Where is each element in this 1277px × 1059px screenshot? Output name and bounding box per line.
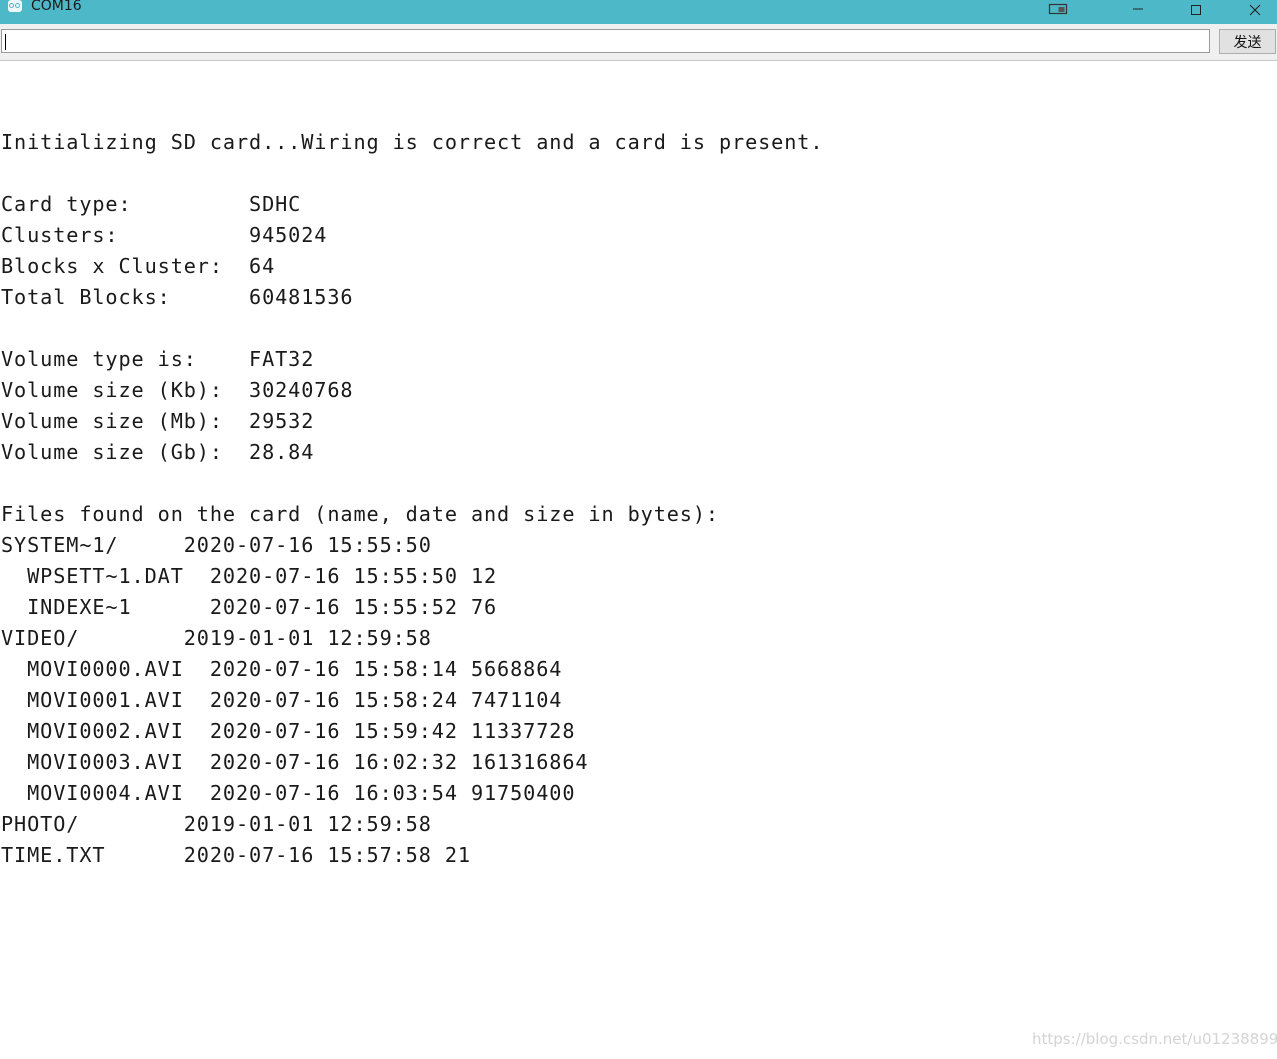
output-line: MOVI0001.AVI 2020-07-16 15:58:24 7471104	[1, 688, 563, 712]
maximize-icon	[1191, 5, 1201, 15]
serial-output: Initializing SD card...Wiring is correct…	[1, 96, 1271, 871]
output-line: MOVI0000.AVI 2020-07-16 15:58:14 5668864	[1, 657, 563, 681]
output-line: PHOTO/ 2019-01-01 12:59:58	[1, 812, 432, 836]
output-line: WPSETT~1.DAT 2020-07-16 15:55:50 12	[1, 564, 498, 588]
title-bar[interactable]: COM16	[0, 0, 1277, 24]
output-line: Volume size (Mb): 29532	[1, 409, 315, 433]
output-line: Card type: SDHC	[1, 192, 302, 216]
output-line: MOVI0004.AVI 2020-07-16 16:03:54 9175040…	[1, 781, 576, 805]
minimize-button[interactable]	[1118, 0, 1158, 20]
output-line: MOVI0002.AVI 2020-07-16 15:59:42 1133772…	[1, 719, 576, 743]
output-line: SYSTEM~1/ 2020-07-16 15:55:50	[1, 533, 432, 557]
output-line: Volume type is: FAT32	[1, 347, 315, 371]
serial-monitor-window: COM16 发送 Initializing SD card...Wiring i…	[0, 0, 1277, 1059]
output-line: Initializing SD card...Wiring is correct…	[1, 130, 824, 154]
output-line: Volume size (Kb): 30240768	[1, 378, 354, 402]
output-line: Total Blocks: 60481536	[1, 285, 354, 309]
window-mode-icon[interactable]	[1038, 0, 1078, 20]
window-title: COM16	[31, 0, 82, 14]
output-line: MOVI0003.AVI 2020-07-16 16:02:32 1613168…	[1, 750, 589, 774]
send-bar: 发送	[0, 24, 1277, 61]
output-line: Clusters: 945024	[1, 223, 328, 247]
watermark: https://blog.csdn.net/u012388993	[1032, 1030, 1277, 1048]
output-line: VIDEO/ 2019-01-01 12:59:58	[1, 626, 432, 650]
output-line: TIME.TXT 2020-07-16 15:57:58 21	[1, 843, 471, 867]
send-input[interactable]	[1, 29, 1210, 53]
output-line: Volume size (Gb): 28.84	[1, 440, 315, 464]
text-caret	[5, 34, 6, 50]
send-button[interactable]: 发送	[1219, 29, 1276, 54]
output-line: INDEXE~1 2020-07-16 15:55:52 76	[1, 595, 498, 619]
maximize-button[interactable]	[1176, 0, 1216, 20]
output-line: Blocks x Cluster: 64	[1, 254, 276, 278]
output-line: Files found on the card (name, date and …	[1, 502, 719, 526]
minimize-icon	[1133, 8, 1143, 10]
arduino-icon	[8, 0, 22, 12]
close-button[interactable]	[1235, 0, 1275, 20]
close-icon	[1249, 4, 1261, 16]
